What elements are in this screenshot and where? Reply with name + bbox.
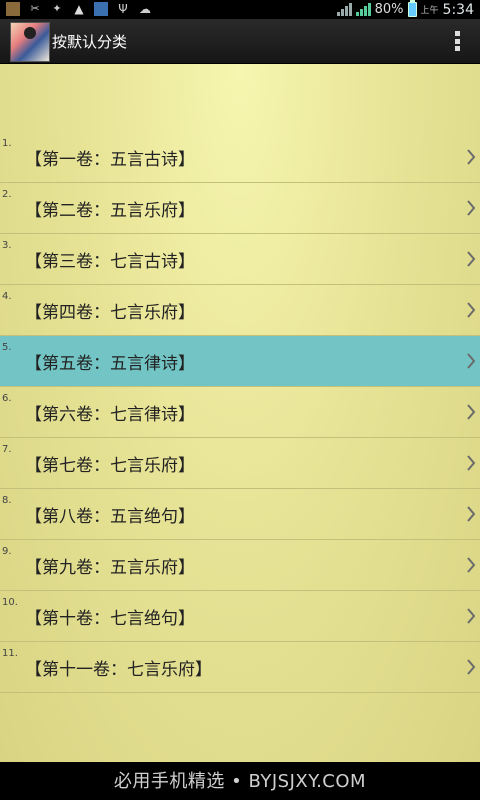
system-status: 80% 上午 5:34 <box>336 0 474 18</box>
action-bar: 按默认分类 <box>0 19 480 64</box>
list-item-label: 【第五卷：五言律诗】 <box>25 354 195 374</box>
chevron-right-icon <box>467 302 476 318</box>
list-item-label: 【第十卷：七言绝句】 <box>25 609 195 629</box>
chevron-right-icon <box>467 608 476 624</box>
list-item-number: 9. <box>2 546 12 557</box>
navigation-bar: 必用手机精选 • BYJSJXY.COM <box>0 762 480 800</box>
list-item[interactable]: 1. 【第一卷：五言古诗】 <box>0 132 480 183</box>
list-item-label: 【第四卷：七言乐府】 <box>25 303 195 323</box>
list-item-number: 6. <box>2 393 12 404</box>
list-item[interactable]: 3. 【第三卷：七言古诗】 <box>0 234 480 285</box>
list-item-label: 【第一卷：五言古诗】 <box>25 150 195 170</box>
list-item[interactable]: 4. 【第四卷：七言乐府】 <box>0 285 480 336</box>
usb-icon: Ψ <box>118 2 128 16</box>
volume-list: 1. 【第一卷：五言古诗】 2. 【第二卷：五言乐府】 3. 【第三卷：七言古诗】 4. 【第… <box>0 132 480 693</box>
cell-signal-icon <box>355 3 371 16</box>
app-logo-icon[interactable] <box>10 22 50 62</box>
clock: 5:34 <box>442 1 474 18</box>
list-item[interactable]: 10. 【第十卷：七言绝句】 <box>0 591 480 642</box>
warning-icon: ▲ <box>74 2 84 16</box>
chevron-right-icon <box>467 506 476 522</box>
app-notification-icon <box>6 2 20 16</box>
list-item-number: 3. <box>2 240 12 251</box>
chevron-right-icon <box>467 557 476 573</box>
list-item-number: 8. <box>2 495 12 506</box>
chevron-right-icon <box>467 353 476 369</box>
list-item-label: 【第九卷：五言乐府】 <box>25 558 195 578</box>
wifi-signal-icon <box>336 3 352 16</box>
page-title: 按默认分类 <box>52 33 128 51</box>
list-item[interactable]: 11. 【第十一卷：七言乐府】 <box>0 642 480 693</box>
list-item-number: 10. <box>2 597 18 608</box>
download-icon: ✦ <box>52 2 62 15</box>
chevron-right-icon <box>467 404 476 420</box>
chevron-right-icon <box>467 659 476 675</box>
list-item-label: 【第六卷：七言律诗】 <box>25 405 195 425</box>
overflow-menu-icon[interactable] <box>454 31 460 51</box>
battery-icon <box>407 0 417 17</box>
list-item[interactable]: 8. 【第八卷：五言绝句】 <box>0 489 480 540</box>
list-item-number: 5. <box>2 342 12 353</box>
list-item-number: 1. <box>2 138 12 149</box>
content-area: 1. 【第一卷：五言古诗】 2. 【第二卷：五言乐府】 3. 【第三卷：七言古诗】 4. 【第… <box>0 64 480 762</box>
list-item-number: 2. <box>2 189 12 200</box>
list-item-label: 【第十一卷：七言乐府】 <box>25 660 212 680</box>
list-item-number: 11. <box>2 648 18 659</box>
list-item[interactable]: 7. 【第七卷：七言乐府】 <box>0 438 480 489</box>
list-item[interactable]: 2. 【第二卷：五言乐府】 <box>0 183 480 234</box>
game-controller-icon: ☁ <box>139 2 151 16</box>
list-item[interactable]: 5. 【第五卷：五言律诗】 <box>0 336 480 387</box>
list-item-label: 【第七卷：七言乐府】 <box>25 456 195 476</box>
status-bar: ✂ ✦ ▲ Ψ ☁ 80% 上午 5:34 <box>0 0 480 19</box>
list-item[interactable]: 6. 【第六卷：七言律诗】 <box>0 387 480 438</box>
chevron-right-icon <box>467 149 476 165</box>
chevron-right-icon <box>467 251 476 267</box>
battery-percent: 80% <box>374 2 404 17</box>
chevron-right-icon <box>467 455 476 471</box>
list-item-label: 【第三卷：七言古诗】 <box>25 252 195 272</box>
save-icon <box>94 2 108 16</box>
list-item[interactable]: 9. 【第九卷：五言乐府】 <box>0 540 480 591</box>
chevron-right-icon <box>467 200 476 216</box>
watermark: 必用手机精选 • BYJSJXY.COM <box>113 771 367 792</box>
list-item-label: 【第二卷：五言乐府】 <box>25 201 195 221</box>
list-item-label: 【第八卷：五言绝句】 <box>25 507 195 527</box>
list-item-number: 7. <box>2 444 12 455</box>
notification-icons: ✂ ✦ ▲ Ψ ☁ <box>6 2 152 16</box>
list-item-number: 4. <box>2 291 12 302</box>
tools-icon: ✂ <box>30 2 40 15</box>
time-period: 上午 <box>420 6 439 16</box>
